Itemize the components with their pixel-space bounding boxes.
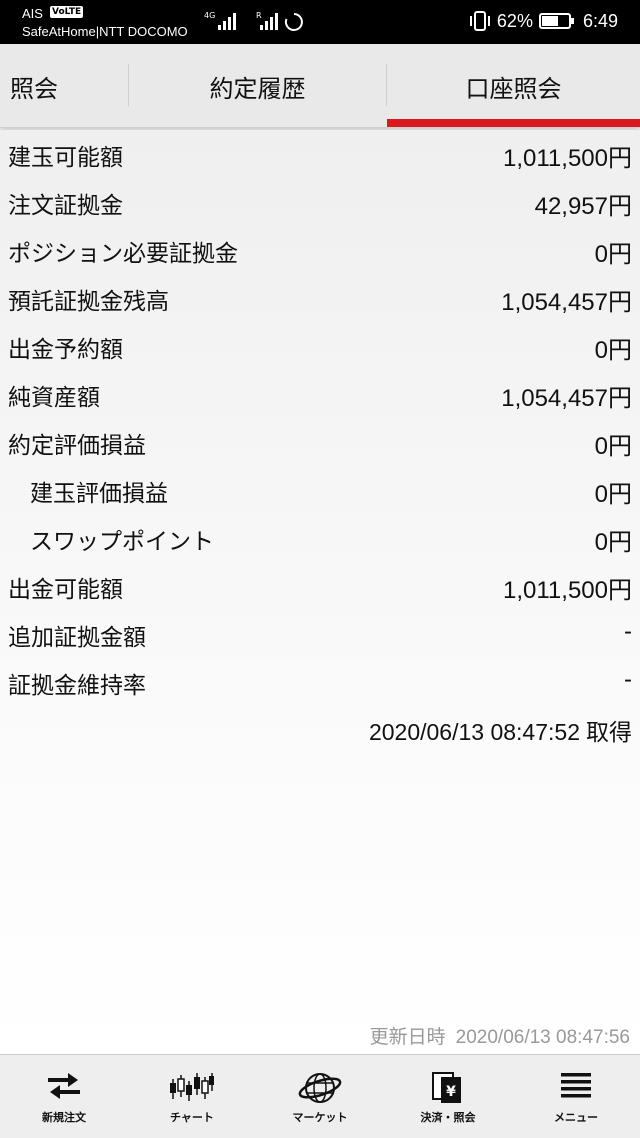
row-label: 建玉可能額 bbox=[8, 145, 123, 171]
volte-badge: VoLTE bbox=[50, 6, 84, 18]
row-label: 純資産額 bbox=[8, 385, 100, 411]
tab-bar: 照会 約定履歴 口座照会 bbox=[0, 44, 640, 128]
bottom-navigation: 新規注文 チャート マーケット ¥ 決済・照会 メニュー bbox=[0, 1054, 640, 1138]
nav-new-order[interactable]: 新規注文 bbox=[0, 1055, 128, 1138]
row-label: 注文証拠金 bbox=[8, 193, 123, 219]
row-position-capacity: 建玉可能額 1,011,500円 bbox=[0, 130, 640, 178]
row-net-assets: 純資産額 1,054,457円 bbox=[0, 370, 640, 418]
updated-label: 更新日時 bbox=[369, 1027, 446, 1048]
tab-account-inquiry[interactable]: 口座照会 bbox=[387, 44, 640, 128]
row-value: - bbox=[624, 666, 632, 693]
row-order-margin: 注文証拠金 42,957円 bbox=[0, 178, 640, 226]
signal-r-icon: R bbox=[256, 11, 278, 30]
row-withdrawal-reserved: 出金予約額 0円 bbox=[0, 322, 640, 370]
row-value: 1,011,500円 bbox=[503, 145, 632, 172]
row-label: ポジション必要証拠金 bbox=[8, 241, 238, 267]
globe-icon bbox=[298, 1073, 342, 1103]
row-label: 建玉評価損益 bbox=[30, 481, 168, 507]
row-value: 1,054,457円 bbox=[501, 385, 632, 412]
acquired-datetime: 2020/06/13 08:47:52 bbox=[368, 719, 580, 745]
tab-execution-history[interactable]: 約定履歴 bbox=[129, 44, 386, 128]
yen-document-icon: ¥ bbox=[432, 1072, 461, 1103]
nav-menu[interactable]: メニュー bbox=[512, 1055, 640, 1138]
row-withdrawable: 出金可能額 1,011,500円 bbox=[0, 562, 640, 610]
nav-chart[interactable]: チャート bbox=[128, 1055, 256, 1138]
nav-label: メニュー bbox=[554, 1111, 598, 1124]
signal-4g-icon: 4G bbox=[204, 11, 236, 30]
nav-settlement-inquiry[interactable]: ¥ 決済・照会 bbox=[384, 1055, 512, 1138]
row-label: 証拠金維持率 bbox=[8, 673, 146, 699]
status-bar: AIS VoLTE SafeAtHome|NTT DOCOMO 4G R 62%… bbox=[0, 0, 640, 44]
carrier-name-1: AIS bbox=[22, 6, 43, 21]
swap-arrows-icon bbox=[48, 1073, 80, 1099]
tab-label: 照会 bbox=[10, 74, 58, 103]
row-position-pl: 建玉評価損益 0円 bbox=[0, 466, 640, 514]
row-margin-maintenance-rate: 証拠金維持率 - bbox=[0, 658, 640, 706]
updated-timestamp: 更新日時 2020/06/13 08:47:56 bbox=[370, 1022, 630, 1049]
candlestick-chart-icon bbox=[170, 1073, 214, 1101]
active-tab-indicator bbox=[387, 119, 640, 127]
nav-label: 決済・照会 bbox=[420, 1111, 476, 1124]
row-label: スワップポイント bbox=[30, 529, 214, 555]
battery-icon bbox=[538, 13, 574, 29]
row-value: 42,957円 bbox=[534, 193, 632, 220]
row-deposit-balance: 預託証拠金残高 1,054,457円 bbox=[0, 274, 640, 322]
row-label: 追加証拠金額 bbox=[8, 625, 146, 651]
tab-label: 口座照会 bbox=[465, 74, 562, 103]
row-label: 出金予約額 bbox=[8, 337, 123, 363]
tab-inquiry[interactable]: 照会 bbox=[0, 44, 98, 128]
sync-icon bbox=[284, 13, 303, 31]
row-additional-margin: 追加証拠金額 - bbox=[0, 610, 640, 658]
row-value: 0円 bbox=[594, 241, 632, 268]
row-execution-pl: 約定評価損益 0円 bbox=[0, 418, 640, 466]
row-value: 0円 bbox=[594, 337, 632, 364]
hamburger-menu-icon bbox=[561, 1073, 591, 1098]
battery-fill bbox=[541, 16, 559, 26]
updated-datetime: 2020/06/13 08:47:56 bbox=[455, 1027, 630, 1048]
svg-text:4G: 4G bbox=[204, 11, 215, 20]
row-swap-points: スワップポイント 0円 bbox=[0, 514, 640, 562]
clock: 6:49 bbox=[582, 10, 618, 31]
row-label: 預託証拠金残高 bbox=[8, 289, 169, 315]
row-position-required-margin: ポジション必要証拠金 0円 bbox=[0, 226, 640, 274]
row-value: 1,054,457円 bbox=[501, 289, 632, 316]
row-value: 0円 bbox=[594, 529, 632, 556]
row-value: 0円 bbox=[594, 433, 632, 460]
carrier-name-2: SafeAtHome|NTT DOCOMO bbox=[22, 24, 188, 39]
nav-label: マーケット bbox=[292, 1111, 348, 1124]
nav-market[interactable]: マーケット bbox=[256, 1055, 384, 1138]
status-right: 62% 6:49 bbox=[469, 10, 618, 32]
svg-text:R: R bbox=[256, 11, 262, 20]
row-value: - bbox=[624, 618, 632, 645]
row-label: 約定評価損益 bbox=[8, 433, 146, 459]
row-value: 1,011,500円 bbox=[503, 577, 632, 604]
row-label: 出金可能額 bbox=[8, 577, 123, 603]
vibrate-icon bbox=[469, 11, 490, 31]
row-value: 0円 bbox=[594, 481, 632, 508]
svg-text:¥: ¥ bbox=[446, 1084, 456, 1100]
acquired-suffix: 取得 bbox=[586, 720, 632, 746]
nav-label: チャート bbox=[170, 1111, 214, 1124]
nav-label: 新規注文 bbox=[42, 1111, 86, 1124]
account-summary: 建玉可能額 1,011,500円 注文証拠金 42,957円 ポジション必要証拠… bbox=[0, 130, 640, 1054]
acquired-timestamp: 2020/06/13 08:47:52 取得 bbox=[369, 713, 632, 747]
tab-label: 約定履歴 bbox=[209, 74, 306, 103]
battery-percent: 62% bbox=[496, 10, 533, 31]
